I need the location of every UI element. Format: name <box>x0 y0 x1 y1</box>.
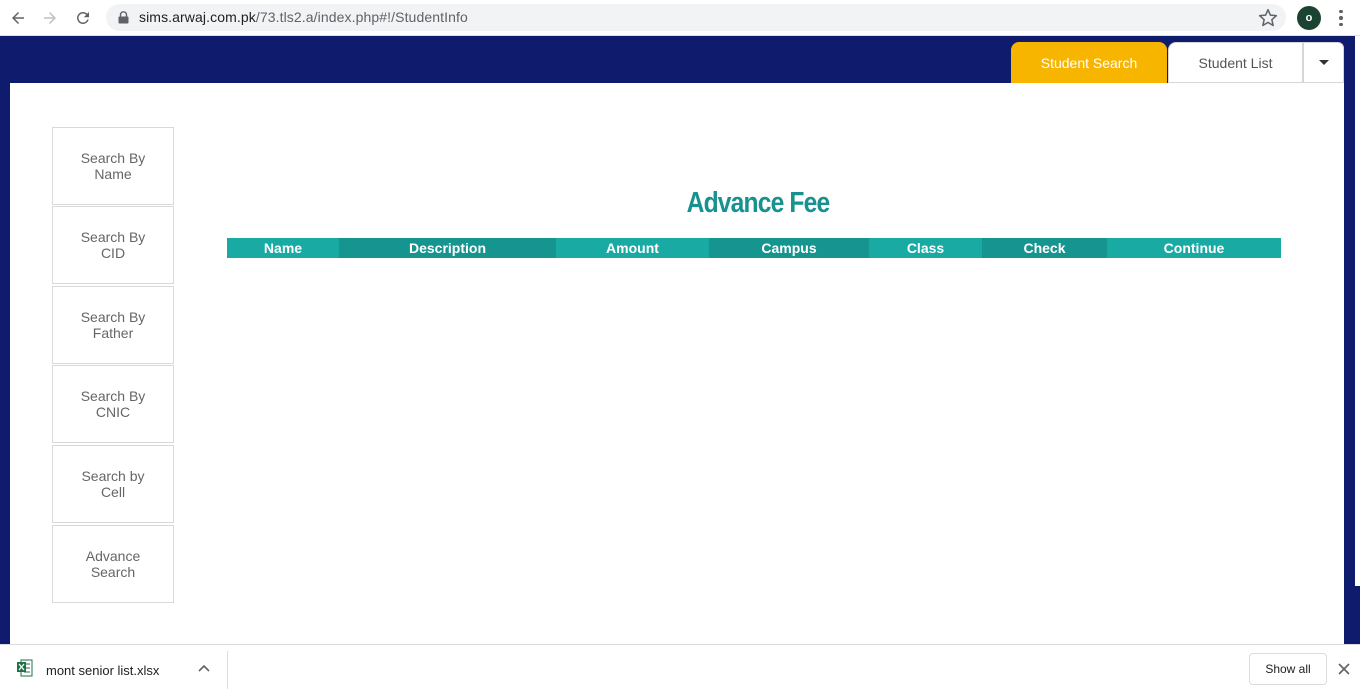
address-bar[interactable]: sims.arwaj.com.pk/73.tls2.a/index.php#!/… <box>106 4 1286 31</box>
search-by-name-label: Search By Name <box>80 150 146 182</box>
search-by-father-label: Search By Father <box>80 309 146 341</box>
search-by-cell-label: Search by Cell <box>81 468 145 500</box>
search-by-cnic-button[interactable]: Search By CNIC <box>52 365 174 443</box>
page-title: Advance Fee <box>686 187 831 219</box>
column-header-description: Description <box>339 238 556 258</box>
tab-student-search[interactable]: Student Search <box>1011 42 1167 83</box>
close-icon[interactable] <box>1337 662 1351 676</box>
search-by-cid-label: Search By CID <box>80 229 146 261</box>
download-file-name[interactable]: mont senior list.xlsx <box>46 663 159 678</box>
arrow-left-icon <box>12 12 24 24</box>
back-button[interactable] <box>6 6 30 30</box>
browser-menu-icon[interactable] <box>1333 7 1349 29</box>
divider <box>227 651 228 689</box>
search-by-cid-button[interactable]: Search By CID <box>52 206 174 284</box>
app-container: Student Search Student List Search By Na… <box>0 36 1360 644</box>
browser-toolbar: sims.arwaj.com.pk/73.tls2.a/index.php#!/… <box>0 0 1360 36</box>
bookmark-star-icon[interactable] <box>1258 8 1278 28</box>
column-header-campus: Campus <box>709 238 869 258</box>
arrow-right-icon <box>44 12 56 24</box>
table-header: Name Description Amount Campus Class Che… <box>227 238 1281 258</box>
show-all-button[interactable]: Show all <box>1249 653 1327 685</box>
search-by-father-button[interactable]: Search By Father <box>52 286 174 364</box>
lock-icon <box>118 11 129 24</box>
reload-button[interactable] <box>71 6 95 30</box>
column-header-amount: Amount <box>556 238 709 258</box>
column-header-name: Name <box>227 238 339 258</box>
chevron-up-icon[interactable] <box>197 662 211 676</box>
tab-dropdown-button[interactable] <box>1303 42 1344 83</box>
download-bar: mont senior list.xlsx Show all <box>0 644 1360 694</box>
column-header-check: Check <box>982 238 1107 258</box>
column-header-continue: Continue <box>1107 238 1281 258</box>
caret-down-icon <box>1318 60 1329 65</box>
search-by-cell-button[interactable]: Search by Cell <box>52 445 174 523</box>
url-path: /73.tls2.a/index.php#!/StudentInfo <box>255 9 468 25</box>
tab-student-list[interactable]: Student List <box>1168 42 1303 83</box>
advance-search-button[interactable]: Advance Search <box>52 525 174 603</box>
url-domain: sims.arwaj.com.pk <box>139 9 256 25</box>
profile-avatar[interactable]: o <box>1297 6 1321 30</box>
advance-search-label: Advance Search <box>85 548 141 580</box>
forward-button[interactable] <box>38 6 62 30</box>
scrollbar[interactable] <box>1355 36 1360 586</box>
excel-file-icon <box>17 659 33 677</box>
content-panel: Search By Name Search By CID Search By F… <box>10 83 1344 644</box>
search-by-cnic-label: Search By CNIC <box>80 388 146 420</box>
column-header-class: Class <box>869 238 982 258</box>
search-by-name-button[interactable]: Search By Name <box>52 127 174 205</box>
url-text: sims.arwaj.com.pk/73.tls2.a/index.php#!/… <box>139 9 468 25</box>
reload-icon <box>76 11 89 24</box>
